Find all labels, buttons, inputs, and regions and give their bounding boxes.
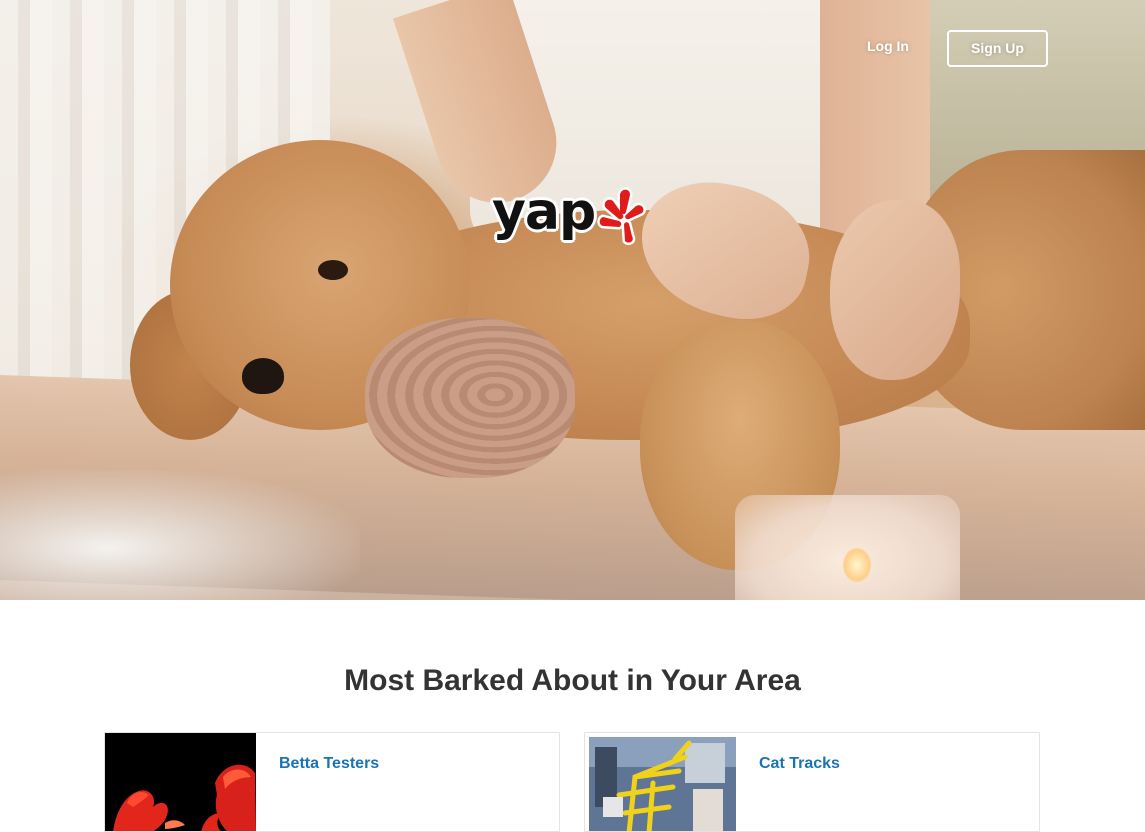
logo-wordmark: yap — [492, 182, 596, 242]
hero-dog-eye — [318, 260, 348, 280]
business-name-link[interactable]: Betta Testers — [279, 755, 379, 773]
login-link[interactable]: Log In — [858, 36, 918, 56]
business-name-link[interactable]: Cat Tracks — [759, 755, 840, 773]
betta-fish-photo — [105, 733, 256, 831]
cat-climbing-structure-photo — [589, 737, 736, 831]
signup-button[interactable]: Sign Up — [947, 30, 1048, 67]
hero-candle — [735, 495, 960, 600]
burst-icon — [597, 187, 646, 246]
hero-towel-roll — [365, 318, 575, 478]
hero-banner: Log In Sign Up yap — [0, 0, 1145, 600]
business-photo[interactable] — [105, 733, 256, 831]
hero-candle-flame — [843, 548, 871, 582]
hero-blur — [0, 470, 360, 600]
business-card[interactable]: Betta Testers — [104, 732, 560, 832]
hero-hand — [830, 200, 960, 380]
business-photo[interactable] — [589, 737, 736, 831]
yap-logo[interactable]: yap — [492, 186, 657, 248]
section-title: Most Barked About in Your Area — [344, 664, 801, 697]
business-card[interactable]: Cat Tracks — [584, 732, 1040, 832]
hero-dog-nose — [242, 358, 284, 394]
